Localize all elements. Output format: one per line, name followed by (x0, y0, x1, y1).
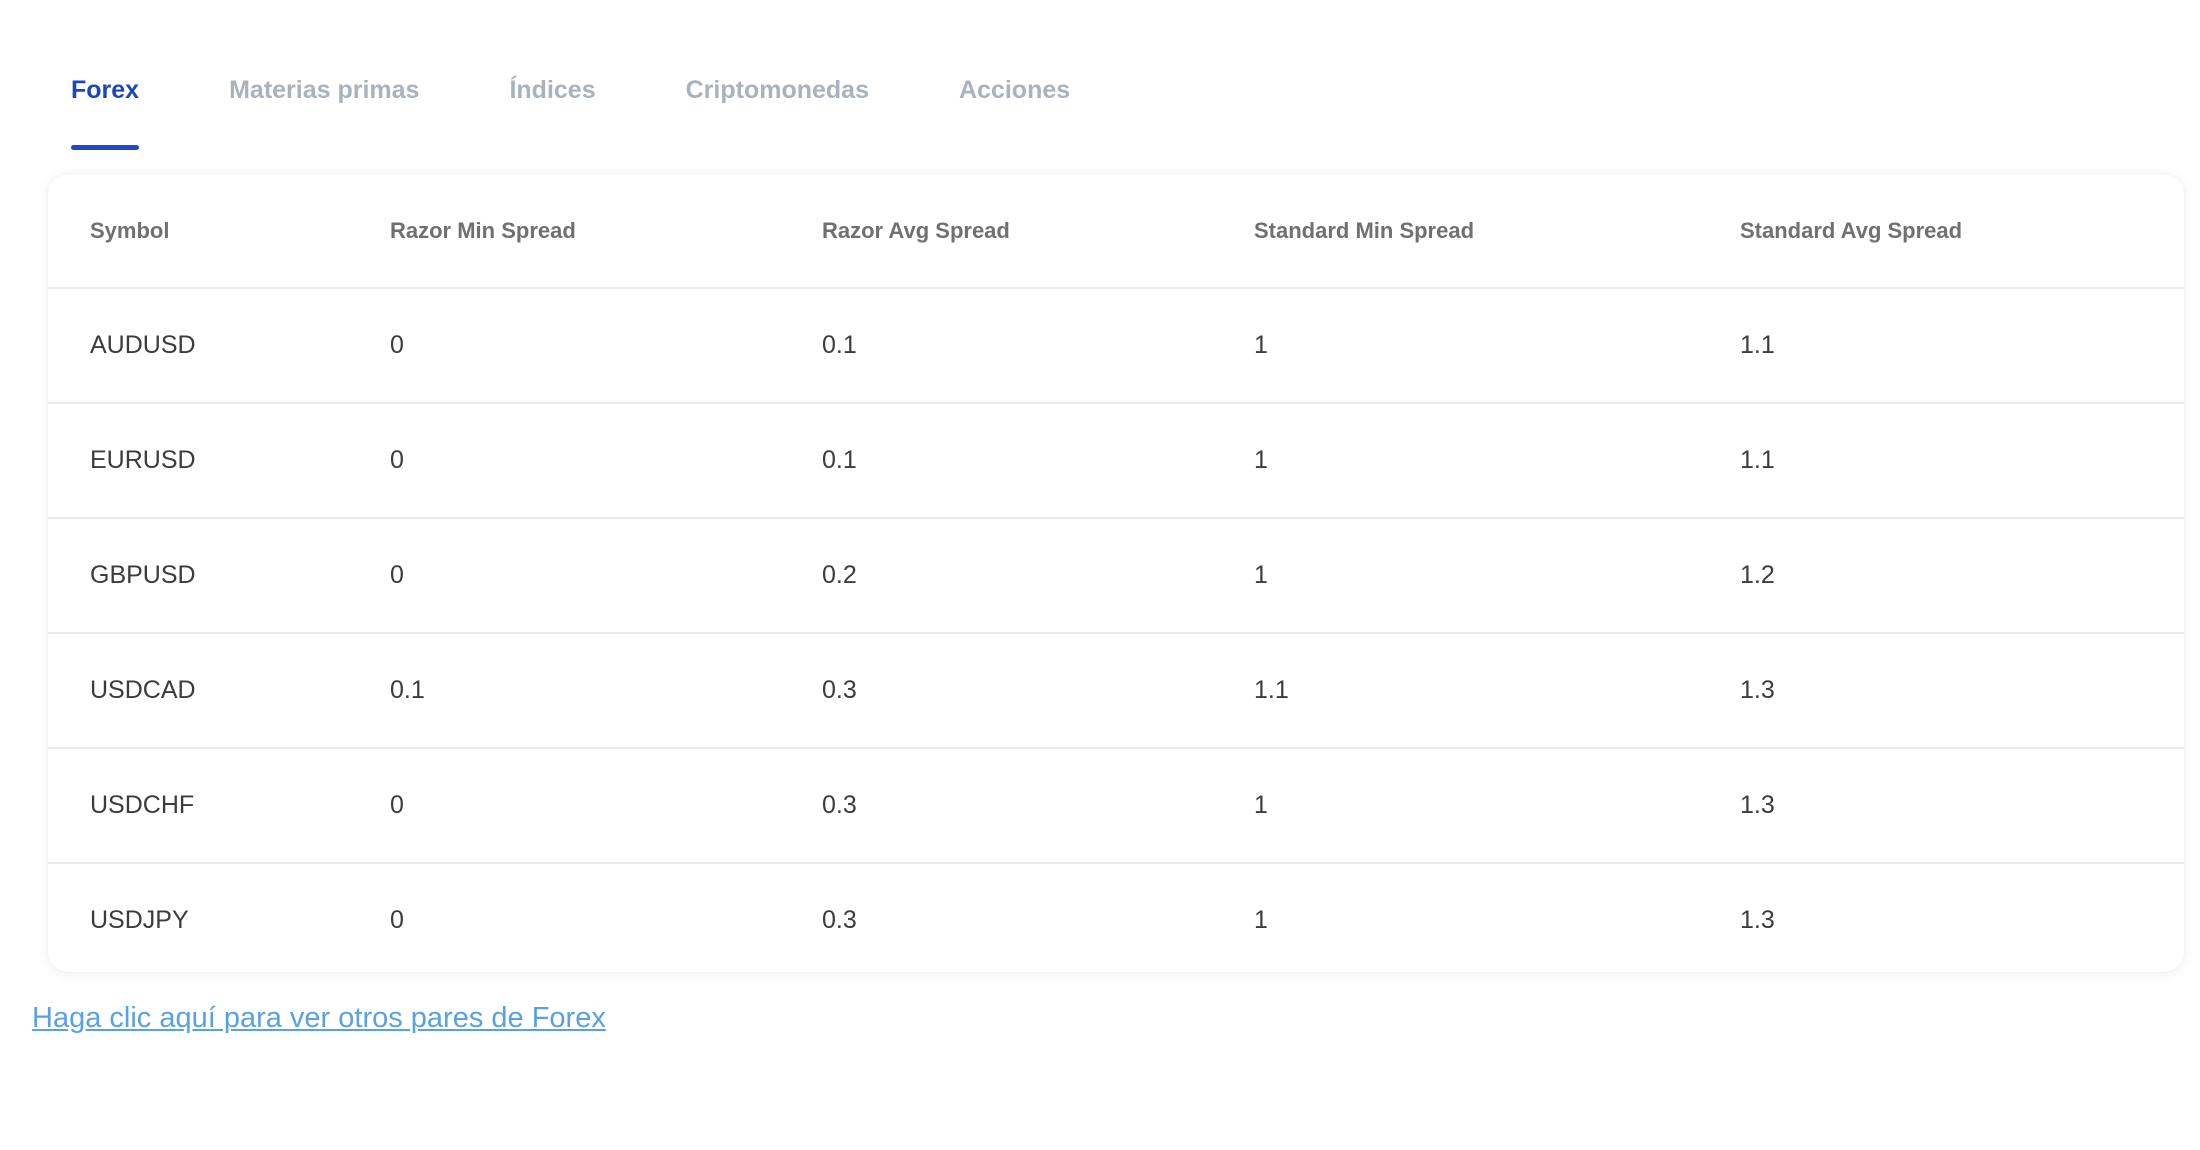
table-row: AUDUSD 0 0.1 1 1.1 (48, 288, 2184, 404)
header-razor-min-spread: Razor Min Spread (348, 174, 780, 289)
cell-razor-avg: 0.3 (780, 748, 1212, 864)
cell-razor-min: 0.1 (348, 633, 780, 749)
cell-razor-min: 0 (390, 906, 404, 934)
header-symbol: Symbol (48, 174, 348, 289)
cell-symbol: EURUSD (48, 403, 348, 519)
cell-standard-avg: 1.1 (1698, 288, 2184, 404)
tab-criptomonedas[interactable]: Criptomonedas (686, 68, 869, 150)
cell-razor-min: 0 (348, 748, 780, 864)
cell-symbol: USDCHF (48, 748, 348, 864)
cell-razor-min: 0 (348, 518, 780, 634)
cell-symbol: USDCAD (48, 633, 348, 749)
tab-indices[interactable]: Índices (509, 68, 595, 150)
spread-table: Symbol Razor Min Spread Razor Avg Spread… (48, 174, 2184, 972)
tab-materias-primas[interactable]: Materias primas (229, 68, 419, 150)
cell-standard-min: 1 (1212, 403, 1698, 519)
table-row: USDJPY 0 0.3 1 1.3 (48, 863, 2184, 972)
market-tabs: Forex Materias primas Índices Criptomone… (71, 68, 1160, 150)
cell-standard-min: 1 (1212, 748, 1698, 864)
cell-symbol: GBPUSD (48, 518, 348, 634)
cell-symbol: USDJPY (90, 906, 189, 934)
cell-standard-avg: 1.2 (1698, 518, 2184, 634)
table-row: GBPUSD 0 0.2 1 1.2 (48, 518, 2184, 634)
cell-standard-min: 1 (1212, 518, 1698, 634)
cell-standard-avg: 1.3 (1698, 633, 2184, 749)
table-row: USDCAD 0.1 0.3 1.1 1.3 (48, 633, 2184, 749)
more-forex-pairs-link[interactable]: Haga clic aquí para ver otros pares de F… (32, 1002, 606, 1035)
spread-table-card: Symbol Razor Min Spread Razor Avg Spread… (48, 174, 2184, 972)
cell-standard-min: 1 (1212, 288, 1698, 404)
table-row: USDCHF 0 0.3 1 1.3 (48, 748, 2184, 864)
cell-standard-min: 1.1 (1212, 633, 1698, 749)
cell-razor-avg: 0.2 (780, 518, 1212, 634)
cell-razor-avg: 0.1 (780, 403, 1212, 519)
cell-standard-min: 1 (1254, 906, 1268, 934)
header-razor-avg-spread: Razor Avg Spread (780, 174, 1212, 289)
cell-razor-min: 0 (348, 288, 780, 404)
cell-razor-avg: 0.1 (780, 288, 1212, 404)
header-standard-min-spread: Standard Min Spread (1212, 174, 1698, 289)
cell-symbol: AUDUSD (48, 288, 348, 404)
cell-standard-avg: 1.3 (1698, 748, 2184, 864)
header-standard-avg-spread: Standard Avg Spread (1698, 174, 2184, 289)
cell-razor-min: 0 (348, 403, 780, 519)
cell-razor-avg: 0.3 (780, 633, 1212, 749)
cell-razor-avg: 0.3 (822, 906, 857, 934)
cell-standard-avg: 1.1 (1698, 403, 2184, 519)
tab-forex[interactable]: Forex (71, 68, 140, 150)
cell-standard-avg: 1.3 (1740, 906, 1775, 934)
table-header-row: Symbol Razor Min Spread Razor Avg Spread… (48, 174, 2184, 289)
table-row: EURUSD 0 0.1 1 1.1 (48, 403, 2184, 519)
tab-acciones[interactable]: Acciones (959, 68, 1070, 150)
